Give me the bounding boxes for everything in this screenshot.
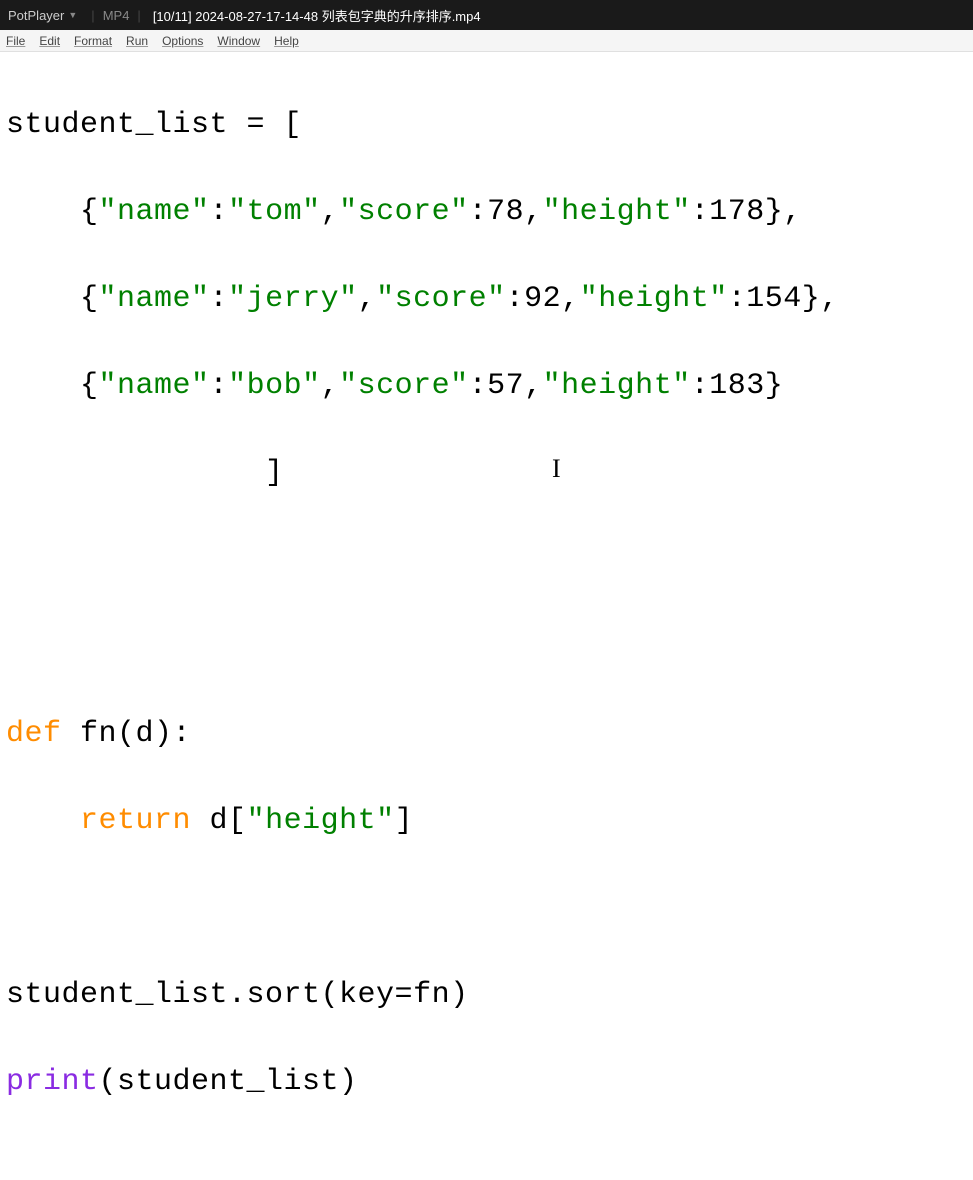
menu-run[interactable]: Run [126, 34, 148, 48]
titlebar[interactable]: PotPlayer ▼ | MP4 | [10/11] 2024-08-27-1… [0, 0, 973, 30]
menu-format[interactable]: Format [74, 34, 112, 48]
menu-file[interactable]: File [6, 34, 25, 48]
menu-help[interactable]: Help [274, 34, 299, 48]
app-name[interactable]: PotPlayer ▼ [8, 8, 83, 23]
code-line: {"name":"bob","score":57,"height":183} [6, 365, 967, 409]
menu-options[interactable]: Options [162, 34, 203, 48]
code-line [6, 887, 967, 931]
code-line: student_list.sort(key=fn) [6, 974, 967, 1018]
code-line: {"name":"jerry","score":92,"height":154}… [6, 278, 967, 322]
code-line: ] [6, 452, 967, 496]
code-line: student_list = [ [6, 104, 967, 148]
text-cursor-icon: I [552, 450, 561, 488]
chevron-down-icon: ▼ [68, 10, 77, 20]
menubar: File Edit Format Run Options Window Help [0, 30, 973, 52]
format-badge: MP4 [103, 8, 130, 23]
separator: | [129, 8, 148, 23]
code-line [6, 626, 967, 670]
code-line: def fn(d): [6, 713, 967, 757]
app-name-label: PotPlayer [8, 8, 64, 23]
code-line: return d["height"] [6, 800, 967, 844]
menu-window[interactable]: Window [217, 34, 260, 48]
window-title: [10/11] 2024-08-27-17-14-48 列表包字典的升序排序.m… [149, 6, 481, 25]
code-line: print(student_list) [6, 1061, 967, 1105]
separator: | [83, 8, 102, 23]
code-line [6, 539, 967, 583]
code-editor[interactable]: student_list = [ {"name":"tom","score":7… [0, 52, 973, 1180]
menu-edit[interactable]: Edit [39, 34, 60, 48]
code-line: {"name":"tom","score":78,"height":178}, [6, 191, 967, 235]
